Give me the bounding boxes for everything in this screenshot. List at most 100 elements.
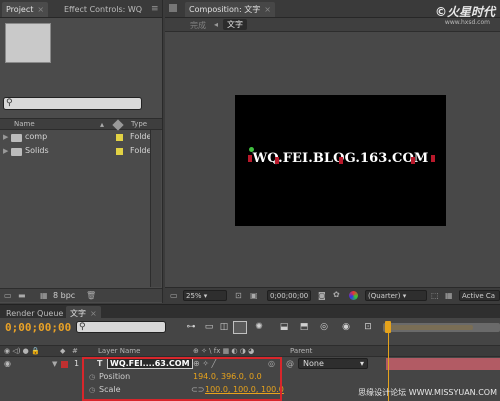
- column-name[interactable]: Name: [14, 120, 35, 128]
- mask-visibility-icon[interactable]: ▣: [250, 291, 258, 300]
- index-column-icon: #: [72, 347, 78, 355]
- breadcrumb-separator-icon: ◂: [214, 20, 219, 29]
- breadcrumb-parent[interactable]: 完成: [190, 20, 206, 31]
- project-tabbar: Project × Effect Controls: WQ ≡: [0, 0, 162, 18]
- timeline-tabbar: Render Queue 文字 ×: [0, 304, 500, 321]
- layer-index: 1: [74, 359, 80, 368]
- comp-mini-flowchart-icon[interactable]: ⊶: [185, 322, 197, 333]
- anchor-point-icon[interactable]: [249, 147, 254, 152]
- preview-thumbnail: [5, 23, 51, 63]
- project-item-comp[interactable]: ▶ comp Folde: [0, 131, 152, 144]
- camera-dropdown[interactable]: Active Ca: [459, 290, 500, 301]
- column-type[interactable]: Type: [131, 120, 147, 128]
- parent-value: None: [303, 359, 324, 368]
- watermark-bottom: 思缘设计论坛 WWW.MISSYUAN.COM: [358, 388, 497, 397]
- tab-effect-controls[interactable]: Effect Controls: WQ: [60, 2, 146, 17]
- draft-3d-icon[interactable]: ◫: [218, 322, 230, 333]
- expand-arrow-icon[interactable]: ▼: [52, 360, 57, 368]
- graph-editor-icon[interactable]: ⬒: [298, 322, 310, 333]
- new-comp-icon[interactable]: ▦: [40, 291, 48, 300]
- search-icon: ⚲: [79, 322, 86, 332]
- breadcrumb-current[interactable]: 文字: [223, 19, 247, 30]
- always-preview-icon[interactable]: ▭: [170, 291, 178, 300]
- layer-duration-bar[interactable]: [386, 358, 500, 370]
- pick-whip-icon[interactable]: @: [286, 359, 294, 368]
- live-update-icon[interactable]: ▭: [203, 322, 215, 333]
- resolution-dropdown[interactable]: (Quarter) ▾: [365, 290, 427, 301]
- zoom-dropdown[interactable]: 25% ▾: [183, 290, 227, 301]
- search-icon: ⚲: [6, 98, 13, 108]
- expand-arrow-icon[interactable]: ▶: [3, 147, 8, 155]
- safe-zones-icon[interactable]: ⊡: [235, 291, 242, 300]
- watermark-logo: ©火星时代: [434, 5, 495, 19]
- label-column-icon[interactable]: ◆: [60, 347, 65, 355]
- comp-viewer[interactable]: WQ.FEI.BLOG.163.COM: [165, 32, 500, 287]
- column-parent[interactable]: Parent: [290, 347, 312, 355]
- new-folder-icon[interactable]: ▬: [18, 291, 26, 300]
- column-layer-name[interactable]: Layer Name: [98, 347, 140, 355]
- motion-blur-icon[interactable]: ✺: [253, 322, 265, 333]
- graph-icon[interactable]: ⊡: [362, 322, 374, 333]
- av-switches-icon: ◉ ◁) ● 🔒: [4, 347, 40, 355]
- folder-icon: [11, 134, 22, 142]
- time-display[interactable]: 0;00;00;00: [267, 290, 312, 301]
- time-ruler[interactable]: [383, 323, 500, 332]
- resolution-value: (Quarter): [368, 292, 401, 300]
- project-footer: ▭ ▬ ▦ 8 bpc 🗑: [0, 288, 162, 302]
- vertical-scrollbar[interactable]: [150, 130, 161, 287]
- label-column-icon[interactable]: [112, 119, 124, 131]
- switches-icons: ⊕ ✧ \ fx ▦ ◐ ◑ ◕: [193, 347, 255, 355]
- tab-effect-controls-label: Effect Controls: WQ: [64, 5, 143, 14]
- tab-composition[interactable]: Composition: 文字 ×: [185, 2, 275, 17]
- expand-arrow-icon[interactable]: ▶: [3, 133, 8, 141]
- timeline-panel: 0;00;00;00 ⚲ ⊶ ▭ ◫ ✺ ⬓ ⬒ ◎ ◉ ⊡ ◉ ◁) ● 🔒 …: [0, 318, 500, 401]
- label-color-swatch[interactable]: [116, 148, 123, 155]
- project-item-name: Solids: [25, 146, 49, 155]
- comp-canvas[interactable]: WQ.FEI.BLOG.163.COM: [235, 95, 446, 226]
- video-eye-icon[interactable]: ◉: [4, 359, 11, 368]
- project-search-input[interactable]: ⚲: [3, 97, 142, 110]
- tab-project[interactable]: Project ×: [2, 2, 49, 17]
- timeline-timecode[interactable]: 0;00;00;00: [5, 321, 71, 334]
- auto-keyframe-icon[interactable]: ◉: [340, 322, 352, 333]
- work-area-bar[interactable]: [383, 325, 473, 330]
- watermark-url: www.hxsd.com: [444, 19, 490, 26]
- comp-footer: ▭ 25% ▾ ⊡ ▣ 0;00;00;00 ◙ ✿ (Quarter) ▾ ⬚…: [165, 287, 500, 303]
- lock-icon[interactable]: [169, 4, 177, 12]
- bit-depth[interactable]: 8 bpc: [53, 291, 75, 300]
- transparency-grid-icon[interactable]: ▦: [445, 291, 453, 300]
- bounding-handle[interactable]: [431, 155, 435, 162]
- timeline-column-header: ◉ ◁) ● 🔒 ◆ # Layer Name ⊕ ✧ \ fx ▦ ◐ ◑ ◕…: [0, 345, 500, 357]
- frame-blending-toggle[interactable]: [233, 321, 247, 334]
- bounding-handle[interactable]: [248, 155, 252, 162]
- tab-composition-label: Composition: 文字: [189, 5, 261, 14]
- project-item-solids[interactable]: ▶ Solids Folde: [0, 145, 151, 158]
- project-column-header: Name ▴ Type: [0, 118, 162, 131]
- close-icon[interactable]: ×: [264, 5, 271, 14]
- hide-shy-icon[interactable]: ◎: [318, 322, 330, 333]
- tab-project-label: Project: [6, 5, 34, 14]
- bounding-handle[interactable]: [275, 157, 279, 164]
- snapshot-icon[interactable]: ◙: [318, 291, 326, 300]
- bounding-handle[interactable]: [339, 157, 343, 164]
- region-of-interest-icon[interactable]: ⬚: [431, 291, 439, 300]
- show-channel-icon[interactable]: [349, 291, 358, 300]
- parent-dropdown[interactable]: None ▾: [298, 358, 368, 369]
- bounding-handle[interactable]: [411, 157, 415, 164]
- panel-menu-icon[interactable]: ≡: [151, 4, 159, 14]
- project-panel: Project × Effect Controls: WQ ≡ ⚲ Name ▴ …: [0, 0, 163, 303]
- show-snapshot-icon[interactable]: ✿: [333, 290, 340, 299]
- project-item-type: Folde: [130, 132, 152, 141]
- sort-icon[interactable]: ▴: [100, 120, 104, 129]
- project-item-name: comp: [25, 132, 48, 141]
- brainstorm-icon[interactable]: ⬓: [278, 322, 290, 333]
- highlight-annotation: [82, 357, 282, 401]
- zoom-value: 25%: [186, 292, 202, 300]
- close-icon[interactable]: ×: [90, 309, 97, 318]
- close-icon[interactable]: ×: [37, 5, 44, 14]
- trash-icon[interactable]: 🗑: [86, 291, 96, 300]
- interpret-footage-icon[interactable]: ▭: [4, 291, 12, 300]
- label-color-swatch[interactable]: [61, 361, 68, 368]
- timeline-search-input[interactable]: ⚲: [76, 321, 166, 333]
- label-color-swatch[interactable]: [116, 134, 123, 141]
